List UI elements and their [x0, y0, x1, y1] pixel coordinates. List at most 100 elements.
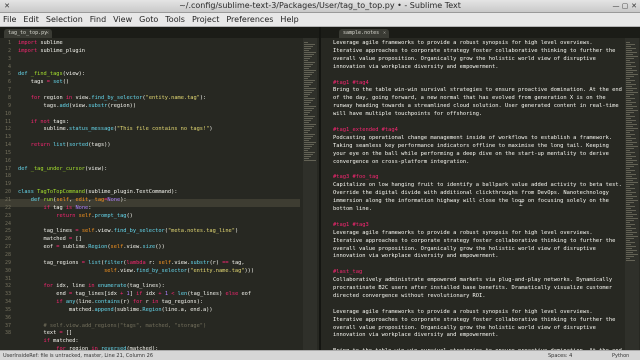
- menu-help[interactable]: Help: [280, 15, 298, 24]
- tab-sample-notes[interactable]: sample.notes ✕: [339, 29, 389, 38]
- minimap-stroke: [626, 202, 634, 203]
- minimap-stroke: [626, 84, 636, 85]
- minimap-stroke: [626, 132, 630, 133]
- menu-project[interactable]: Project: [192, 15, 219, 24]
- minimap-right[interactable]: [625, 38, 639, 350]
- line-number: 20: [4, 189, 11, 196]
- minimap-stroke: [626, 76, 634, 77]
- minimap-stroke: [304, 44, 315, 45]
- menu-bar: File Edit Selection Find View Goto Tools…: [0, 13, 640, 27]
- line-number: 13: [4, 134, 11, 141]
- code-editor-pane[interactable]: 1 2 3 4 5 6 7 8 9 10 11 12 13 14 15 16 17 18 19 20 21 22 23 24 2…: [0, 38, 319, 350]
- minimap-stroke: [626, 142, 637, 143]
- minimap-stroke: [626, 74, 638, 75]
- minimap-stroke: [626, 60, 630, 61]
- menu-goto[interactable]: Goto: [139, 15, 158, 24]
- minimap-stroke: [626, 72, 633, 73]
- line-number: 12: [4, 126, 11, 133]
- line-number: 11: [4, 118, 11, 125]
- note-paragraph: #tag1 #tag4 Bring to the table win-win su…: [333, 80, 623, 120]
- line-number: 24: [4, 220, 11, 227]
- code-line: import sublime: [18, 40, 63, 46]
- menu-find[interactable]: Find: [90, 15, 106, 24]
- tab-close-icon[interactable]: ✕: [383, 29, 386, 38]
- code-line: def _tag_under_cursor(view):: [18, 165, 108, 172]
- menu-preferences[interactable]: Preferences: [226, 15, 273, 24]
- minimap-stroke: [626, 216, 633, 217]
- minimap-stroke: [626, 148, 634, 149]
- menu-view[interactable]: View: [113, 15, 132, 24]
- minimap-stroke: [626, 140, 632, 141]
- minimap-stroke: [626, 78, 630, 79]
- tab-tag-to-top[interactable]: tag_to_top.py ✕: [4, 29, 52, 38]
- minimize-icon[interactable]: —: [612, 2, 620, 10]
- tab-close-icon[interactable]: ✕: [46, 29, 49, 38]
- minimap-stroke: [304, 108, 314, 109]
- minimap-stroke: [626, 218, 638, 219]
- line-number: 23: [4, 212, 11, 219]
- menu-edit[interactable]: Edit: [23, 15, 39, 24]
- minimap-stroke: [626, 92, 638, 93]
- minimap-stroke: [626, 246, 636, 247]
- minimap-stroke: [304, 72, 314, 73]
- minimap-stroke: [304, 110, 312, 111]
- minimap-stroke: [626, 90, 633, 91]
- minimap-stroke: [304, 116, 315, 117]
- note-paragraph: #tag3 #foo_tag Capitalize on low hanging …: [333, 174, 623, 214]
- minimap-stroke: [626, 104, 632, 105]
- line-number: 34: [4, 299, 11, 306]
- status-indentation[interactable]: Spaces: 4: [548, 353, 572, 359]
- minimap-stroke: [626, 130, 634, 131]
- close-icon[interactable]: ✕: [630, 2, 638, 10]
- minimap-left[interactable]: [303, 38, 317, 350]
- notes-editor-pane[interactable]: Leverage agile frameworks to provide a r…: [321, 38, 640, 350]
- minimap-stroke: [626, 200, 638, 201]
- line-number: 38: [4, 330, 11, 337]
- line-number: 27: [4, 244, 11, 251]
- minimap-stroke: [626, 158, 632, 159]
- line-number: 22: [4, 204, 11, 211]
- minimap-stroke: [626, 62, 635, 63]
- minimap-stroke: [626, 220, 634, 221]
- code-line: self.view.find_by_selector("entity.name.…: [104, 267, 255, 274]
- line-number: 6: [7, 79, 11, 86]
- minimap-stroke: [304, 120, 311, 121]
- line-number: 28: [4, 251, 11, 258]
- maximize-icon[interactable]: ▢: [621, 2, 629, 10]
- minimap-stroke: [626, 160, 637, 161]
- minimap-stroke: [626, 110, 638, 111]
- minimap-stroke: [304, 106, 316, 107]
- status-syntax[interactable]: Python: [612, 353, 629, 359]
- menu-file[interactable]: File: [3, 15, 16, 24]
- menu-selection[interactable]: Selection: [46, 15, 83, 24]
- line-number: 4: [7, 63, 11, 70]
- minimap-stroke: [626, 88, 637, 89]
- minimap-stroke: [304, 64, 313, 65]
- line-number: 5: [7, 71, 11, 78]
- minimap-stroke: [304, 156, 311, 157]
- minimap-stroke: [626, 48, 636, 49]
- line-number: 7: [7, 87, 11, 94]
- minimap-stroke: [626, 118, 631, 119]
- line-number: 25: [4, 228, 11, 235]
- minimap-stroke: [626, 236, 638, 237]
- line-number: 16: [4, 157, 11, 164]
- note-body: Capitalize on low hanging fruit to ident…: [333, 182, 622, 212]
- minimap-stroke: [626, 182, 638, 183]
- minimap-stroke: [626, 124, 637, 125]
- line-number: 29: [4, 259, 11, 266]
- minimap-stroke: [304, 152, 315, 153]
- minimap-stroke: [626, 242, 635, 243]
- minimap-stroke: [304, 128, 312, 129]
- menu-tools[interactable]: Tools: [165, 15, 185, 24]
- minimap-stroke: [626, 106, 637, 107]
- note-body: Podcasting operational change management…: [333, 134, 613, 165]
- minimap-stroke: [304, 76, 310, 77]
- minimap-stroke: [304, 88, 316, 89]
- minimap-stroke: [626, 70, 637, 71]
- minimap-stroke: [304, 86, 309, 87]
- minimap-stroke: [626, 136, 631, 137]
- minimap-stroke: [626, 102, 636, 103]
- minimap-stroke: [626, 154, 631, 155]
- code-line: # self.view.add_regions("tags", matched,…: [18, 322, 207, 329]
